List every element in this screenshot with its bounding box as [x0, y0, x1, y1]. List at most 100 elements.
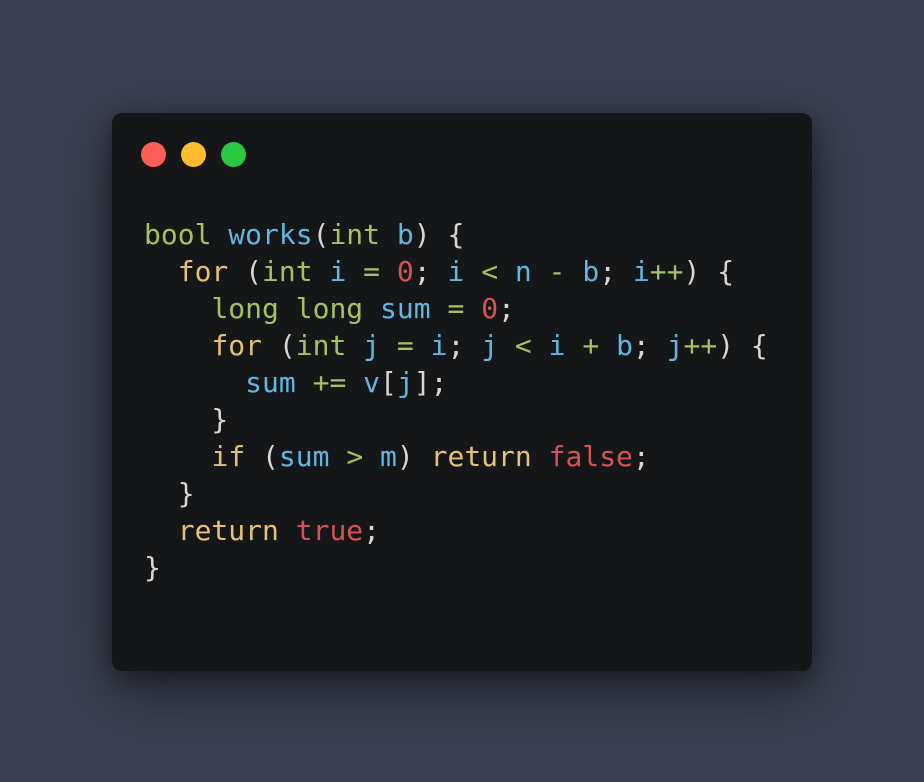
code-token-operator: =: [363, 255, 381, 288]
code-line: for (int i = 0; i < n - b; i++) {: [144, 253, 768, 290]
code-token-operator: -: [548, 255, 566, 288]
code-token-punct: [498, 255, 515, 288]
code-token-identifier: b: [616, 329, 633, 362]
code-token-identifier: i: [329, 255, 347, 288]
code-line: sum += v[j];: [144, 364, 768, 401]
code-token-punct: ;: [498, 292, 515, 325]
code-token-operator: ++: [649, 255, 684, 288]
code-token-operator: +=: [312, 366, 347, 399]
code-line: }: [144, 549, 768, 586]
code-token-operator: >: [346, 440, 364, 473]
code-token-punct: [464, 292, 481, 325]
code-token-boolean: true: [295, 514, 364, 547]
code-token-identifier: b: [396, 218, 414, 251]
code-token-operator: <: [514, 329, 532, 362]
code-token-punct: [532, 255, 549, 288]
code-token-punct: [211, 218, 228, 251]
code-token-identifier: j: [363, 329, 381, 362]
code-token-type: int: [262, 255, 313, 288]
code-token-punct: ) {: [683, 255, 735, 288]
code-token-identifier: m: [380, 440, 397, 473]
window-controls: [141, 142, 246, 167]
code-line: }: [144, 475, 768, 512]
code-token-identifier: sum: [380, 292, 431, 325]
code-token-type: int: [295, 329, 347, 362]
code-token-type: int: [329, 218, 381, 251]
code-token-operator: =: [396, 329, 414, 362]
code-window: bool works(int b) { for (int i = 0; i < …: [112, 113, 812, 671]
code-token-punct: [380, 329, 397, 362]
minimize-dot[interactable]: [181, 142, 206, 167]
code-token-operator: +: [582, 329, 600, 362]
code-token-number: 0: [396, 255, 414, 288]
code-token-punct: [144, 292, 211, 325]
code-token-punct: (: [245, 440, 279, 473]
code-token-punct: [144, 329, 211, 362]
code-token-operator: =: [447, 292, 465, 325]
code-token-identifier: sum: [278, 440, 330, 473]
code-token-punct: [532, 329, 549, 362]
code-line: bool works(int b) {: [144, 216, 768, 253]
code-token-punct: ;: [363, 514, 381, 547]
code-token-keyword: for: [211, 329, 263, 362]
code-token-punct: ;: [447, 329, 482, 362]
code-token-identifier: works: [228, 218, 313, 251]
code-token-punct: ;: [632, 440, 650, 473]
code-token-punct: [346, 329, 363, 362]
code-token-type: long: [211, 292, 279, 325]
code-token-identifier: i: [447, 255, 465, 288]
close-dot[interactable]: [141, 142, 166, 167]
code-token-punct: [414, 329, 431, 362]
code-token-punct: [363, 440, 380, 473]
code-token-identifier: j: [666, 329, 684, 362]
code-token-punct: ) {: [717, 329, 768, 362]
code-token-punct: [498, 329, 515, 362]
code-token-punct: [599, 329, 616, 362]
code-token-punct: [279, 514, 296, 547]
code-token-punct: [144, 255, 178, 288]
code-token-punct: ];: [413, 366, 448, 399]
code-token-punct: [296, 366, 313, 399]
code-token-type: long: [295, 292, 364, 325]
code-token-punct: [565, 329, 582, 362]
code-token-boolean: false: [548, 440, 633, 473]
code-token-operator: ++: [683, 329, 718, 362]
code-token-punct: ): [396, 440, 431, 473]
code-token-punct: ;: [599, 255, 633, 288]
code-token-identifier: sum: [245, 366, 296, 399]
code-token-punct: [532, 440, 549, 473]
code-token-operator: <: [481, 255, 499, 288]
code-token-punct: }: [144, 477, 195, 510]
code-token-number: 0: [481, 292, 499, 325]
code-line: long long sum = 0;: [144, 290, 768, 327]
code-token-punct: [346, 255, 363, 288]
code-token-type: bool: [144, 218, 212, 251]
code-token-keyword: return: [430, 440, 532, 473]
code-token-punct: (: [312, 218, 330, 251]
code-line: for (int j = i; j < i + b; j++) {: [144, 327, 768, 364]
code-token-punct: [565, 255, 582, 288]
code-token-punct: (: [228, 255, 263, 288]
code-token-punct: [279, 292, 296, 325]
code-token-punct: [464, 255, 481, 288]
code-token-identifier: i: [430, 329, 448, 362]
code-token-punct: [329, 440, 346, 473]
code-token-punct: ;: [413, 255, 448, 288]
code-token-punct: ) {: [413, 218, 465, 251]
code-block[interactable]: bool works(int b) { for (int i = 0; i < …: [144, 216, 768, 586]
code-token-identifier: b: [582, 255, 600, 288]
code-token-punct: [144, 514, 178, 547]
code-token-punct: ;: [632, 329, 667, 362]
code-token-identifier: i: [632, 255, 650, 288]
code-token-punct: [363, 292, 380, 325]
code-token-punct: [: [380, 366, 397, 399]
code-token-keyword: return: [177, 514, 279, 547]
code-token-keyword: for: [177, 255, 229, 288]
code-line: return true;: [144, 512, 768, 549]
code-token-punct: [144, 440, 211, 473]
code-token-identifier: j: [481, 329, 499, 362]
code-token-identifier: i: [548, 329, 566, 362]
code-token-keyword: if: [211, 440, 246, 473]
code-token-punct: [346, 366, 363, 399]
zoom-dot[interactable]: [221, 142, 246, 167]
